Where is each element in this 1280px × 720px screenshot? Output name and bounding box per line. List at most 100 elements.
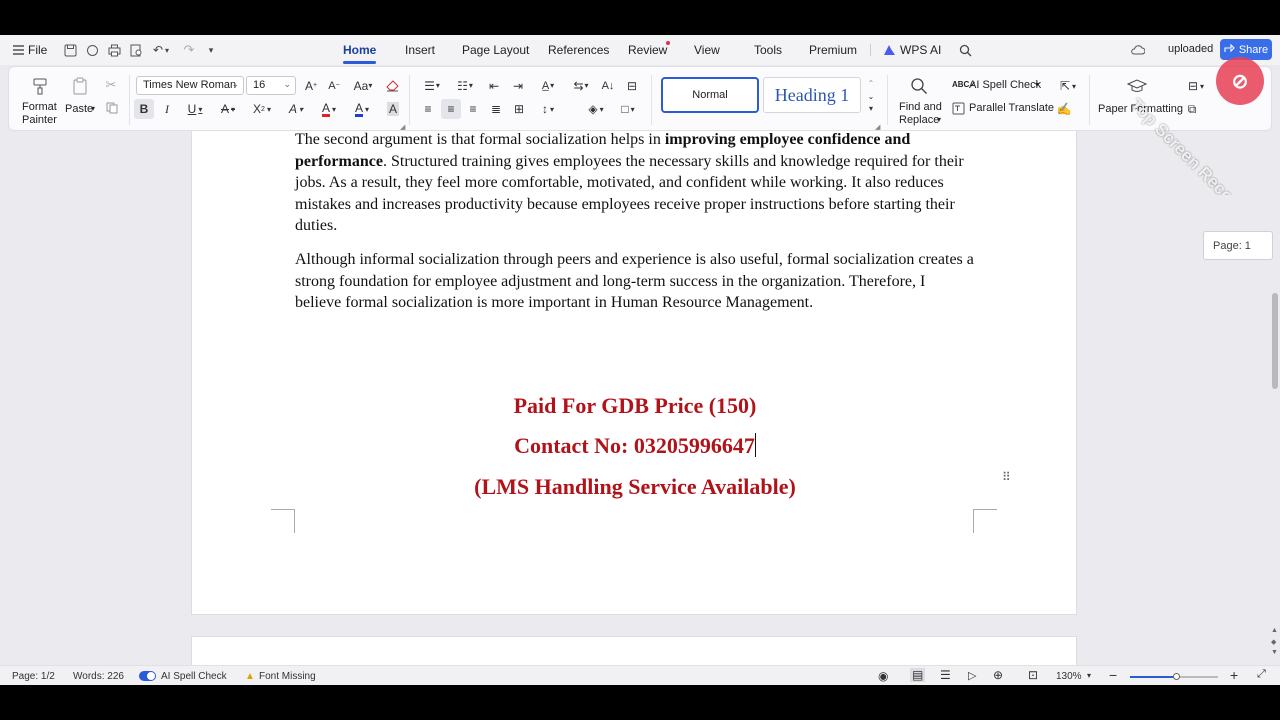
scroll-up-icon[interactable]: ▲ bbox=[1271, 627, 1278, 634]
justify-icon[interactable]: ≣ bbox=[487, 99, 505, 119]
prev-page-icon[interactable]: ◆ bbox=[1271, 638, 1276, 646]
tab-tools[interactable]: Tools bbox=[754, 43, 782, 57]
undo-icon[interactable]: ↶ ▾ bbox=[150, 42, 172, 58]
shading-icon[interactable]: ◈ ▾ bbox=[583, 99, 609, 119]
align-right-icon[interactable]: ≡ bbox=[464, 99, 482, 119]
status-ai-spell-check[interactable]: AI Spell Check bbox=[161, 671, 227, 682]
increase-font-size-icon[interactable]: A + bbox=[302, 76, 320, 95]
find-replace-label[interactable]: Find and Replace bbox=[899, 101, 942, 127]
paste-dropdown-icon[interactable]: ▾ bbox=[91, 104, 95, 113]
text-direction-icon[interactable]: ⇆ ▾ bbox=[568, 76, 594, 95]
status-words[interactable]: Words: 226 bbox=[73, 671, 124, 682]
tab-page-layout[interactable]: Page Layout bbox=[462, 43, 529, 57]
asian-layout-icon[interactable]: A̲ ▾ bbox=[535, 76, 561, 95]
borders-icon[interactable]: □ ▾ bbox=[615, 99, 641, 119]
clear-formatting-icon[interactable] bbox=[383, 76, 401, 95]
cut-icon[interactable]: ✂ bbox=[103, 77, 119, 93]
paste-label[interactable]: Paste bbox=[65, 103, 93, 115]
zoom-slider-thumb[interactable] bbox=[1173, 673, 1180, 680]
numbered-list-icon[interactable]: ☷ ▾ bbox=[452, 76, 478, 95]
file-menu[interactable]: File bbox=[28, 43, 47, 57]
zoom-out-icon[interactable]: − bbox=[1109, 667, 1117, 683]
font-color-icon[interactable]: A ▾ bbox=[316, 99, 342, 119]
paste-icon[interactable] bbox=[69, 75, 91, 97]
zoom-chevron-icon[interactable]: ▾ bbox=[1087, 671, 1091, 680]
document-page[interactable]: The second argument is that formal socia… bbox=[191, 131, 1077, 615]
line-spacing-icon[interactable]: ↕ ▾ bbox=[535, 99, 561, 119]
distributed-icon[interactable]: ⊞ bbox=[510, 99, 528, 119]
fullscreen-icon[interactable]: ⤢ bbox=[1257, 668, 1266, 681]
search-icon[interactable] bbox=[957, 42, 973, 58]
show-marks-icon[interactable]: ⊟ bbox=[622, 76, 642, 95]
increase-indent-icon[interactable]: ⇥ bbox=[509, 76, 527, 95]
underline-button[interactable]: U ▾ bbox=[181, 99, 209, 119]
tab-insert[interactable]: Insert bbox=[405, 43, 435, 57]
parallel-translate-icon[interactable] bbox=[951, 101, 965, 115]
paper-formatting-label[interactable]: Paper Formatting bbox=[1098, 103, 1183, 115]
share-button[interactable]: Share bbox=[1220, 39, 1272, 60]
bullet-list-icon[interactable]: ☰ ▾ bbox=[419, 76, 445, 95]
copy-icon[interactable] bbox=[104, 100, 120, 116]
zoom-slider[interactable] bbox=[1130, 673, 1218, 680]
ai-spell-check-label[interactable]: AI Spell Check bbox=[969, 79, 1041, 91]
next-page-icon[interactable]: ▼ bbox=[1271, 649, 1278, 656]
parallel-translate-label[interactable]: Parallel Translate bbox=[969, 102, 1054, 114]
decrease-indent-icon[interactable]: ⇤ bbox=[485, 76, 503, 95]
paragraph-conclusion[interactable]: Although informal socialization through … bbox=[295, 249, 975, 314]
print-preview-icon[interactable] bbox=[128, 42, 144, 58]
paragraph-argument[interactable]: The second argument is that formal socia… bbox=[295, 129, 975, 237]
superscript-icon[interactable]: X 2 ▾ bbox=[249, 99, 275, 119]
find-replace-chevron-icon[interactable]: ▾ bbox=[937, 115, 941, 124]
tab-references[interactable]: References bbox=[548, 43, 609, 57]
red-text-price[interactable]: Paid For GDB Price (150) bbox=[192, 393, 1078, 419]
shapes-icon[interactable]: ⧉ bbox=[1183, 100, 1201, 118]
font-name-select[interactable]: Times New Roman ⌄ bbox=[136, 76, 244, 95]
print-icon[interactable] bbox=[106, 42, 122, 58]
align-left-icon[interactable]: ≡ bbox=[419, 99, 437, 119]
cloud-sync-icon[interactable] bbox=[84, 42, 100, 58]
tab-review[interactable]: Review bbox=[628, 43, 667, 57]
style-normal[interactable]: Normal bbox=[661, 77, 759, 113]
outline-view-icon[interactable]: ☰ bbox=[940, 668, 951, 682]
hamburger-icon[interactable] bbox=[12, 43, 24, 57]
more-chevron-icon[interactable]: ▾ bbox=[204, 42, 218, 58]
tab-premium[interactable]: Premium bbox=[809, 43, 857, 57]
font-size-select[interactable]: 16 ⌄ bbox=[246, 76, 296, 95]
character-shading-icon[interactable]: A bbox=[385, 99, 401, 119]
status-page[interactable]: Page: 1/2 bbox=[12, 671, 55, 682]
tab-view[interactable]: View bbox=[694, 43, 720, 57]
red-text-lms[interactable]: (LMS Handling Service Available) bbox=[192, 474, 1078, 500]
align-center-icon[interactable]: ≡ bbox=[441, 99, 461, 119]
bold-button[interactable]: B bbox=[134, 99, 154, 119]
save-icon[interactable] bbox=[62, 42, 78, 58]
strikethrough-icon[interactable]: A ▾ bbox=[215, 99, 241, 119]
print-layout-icon[interactable]: ▤ bbox=[910, 668, 926, 682]
status-zoom[interactable]: 130% bbox=[1056, 671, 1082, 682]
play-icon[interactable]: ▷ bbox=[968, 669, 976, 682]
italic-button[interactable]: I bbox=[157, 99, 177, 119]
highlight-color-icon[interactable]: A ▾ bbox=[349, 99, 375, 119]
more-tools-icon[interactable]: ⊟ ▾ bbox=[1183, 77, 1209, 95]
scrollbar-thumb[interactable] bbox=[1272, 293, 1278, 389]
sort-icon[interactable]: A↓ bbox=[599, 76, 617, 95]
ai-spell-check-chevron-icon[interactable]: ▾ bbox=[1035, 80, 1039, 89]
ai-write-icon[interactable]: ✍ bbox=[1055, 100, 1073, 118]
eye-protection-icon[interactable]: ◉ bbox=[878, 669, 888, 683]
styles-scroll-down-icon[interactable]: ⌄ bbox=[865, 90, 877, 102]
select-icon[interactable]: ⇱ ▾ bbox=[1055, 77, 1081, 95]
tab-home[interactable]: Home bbox=[343, 43, 377, 64]
format-painter-label[interactable]: Format Painter bbox=[22, 101, 57, 127]
web-layout-icon[interactable]: ⊕ bbox=[993, 668, 1003, 682]
vertical-scrollbar[interactable]: ▲ ◆ ▼ bbox=[1270, 131, 1280, 665]
decrease-font-size-icon[interactable]: A − bbox=[325, 76, 343, 95]
styles-scroll-up-icon[interactable]: ⌃ bbox=[865, 77, 877, 89]
styles-more-icon[interactable]: ▾ bbox=[865, 102, 877, 114]
find-replace-icon[interactable] bbox=[908, 75, 930, 97]
style-heading1[interactable]: Heading 1 bbox=[763, 77, 861, 113]
zoom-in-icon[interactable]: + bbox=[1230, 667, 1238, 683]
status-font-missing[interactable]: Font Missing bbox=[259, 671, 316, 682]
paper-formatting-icon[interactable] bbox=[1125, 75, 1149, 97]
text-effect-icon[interactable]: A ▾ bbox=[283, 99, 309, 119]
tab-wps-ai[interactable]: WPS AI bbox=[900, 43, 941, 57]
fit-page-icon[interactable]: ⊡ bbox=[1028, 668, 1038, 682]
